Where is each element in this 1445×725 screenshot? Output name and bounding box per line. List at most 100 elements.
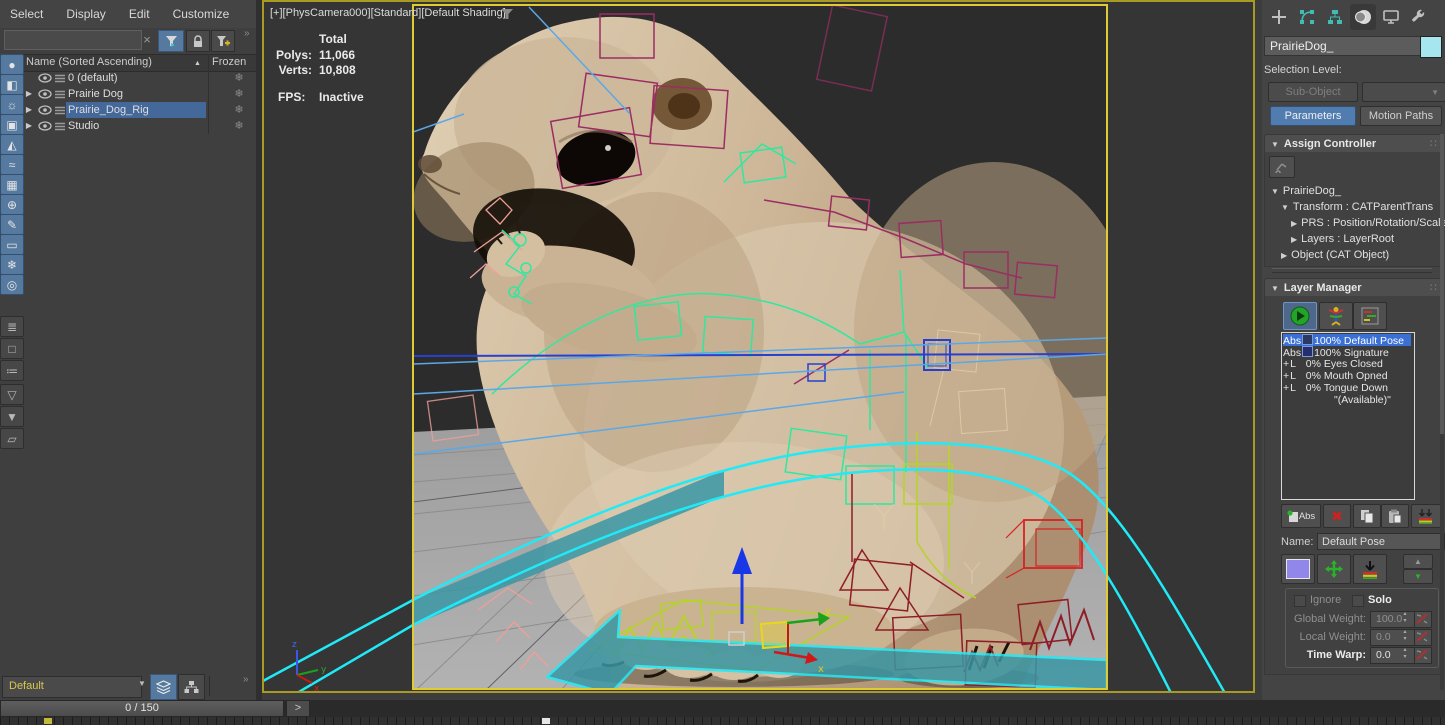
viewport-general-menu[interactable]: [+] [270,7,283,19]
layer-list[interactable]: Abs100% Default Pose Abs100% Signature +… [1281,332,1415,500]
sub-object-dropdown[interactable]: ▼ [1362,82,1445,102]
filter-spacewarps-button[interactable]: ≈ [0,154,24,175]
object-color-swatch[interactable] [1420,36,1442,58]
assign-controller-button[interactable] [1269,156,1295,178]
expand-arrow-icon[interactable]: ▶ [24,102,34,118]
filter-cameras-button[interactable]: ▣ [0,114,24,135]
filter-frozen-button[interactable]: ❄ [0,254,24,275]
filter-hidden-button[interactable]: ◎ [0,274,24,295]
table-row-selected[interactable]: ▶ Prairie_Dog_Rig ❄ [22,102,256,118]
filter-shapes-button[interactable]: ◧ [0,74,24,95]
layer-ranges-button[interactable] [1353,302,1387,330]
layer-row[interactable]: +L0% Eyes Closed [1283,358,1411,370]
tab-modify[interactable] [1294,4,1320,30]
collapse-layers-button[interactable] [1411,504,1441,528]
display-none-button[interactable]: □ [0,338,24,359]
schematic-mode-button[interactable] [178,674,205,700]
layer-color-chip[interactable] [1302,334,1313,345]
display-details-button[interactable]: ≔ [0,360,24,381]
layer-up-button[interactable]: ▲ [1403,554,1433,569]
layer-row[interactable]: +L0% Mouth Opned [1283,370,1411,382]
preset-dropdown-arrow-icon[interactable]: ▼ [138,679,146,688]
insert-layer-button[interactable] [1353,554,1387,584]
paste-layer-button[interactable] [1381,504,1409,528]
menu-customize[interactable]: Customize [163,0,240,27]
rollout-grip-icon[interactable]: ∷ [1430,135,1437,153]
spinner-arrows[interactable]: ▴▾ [1400,647,1410,662]
layer-manager-rollout-header[interactable]: ▼Layer Manager ∷ [1264,278,1443,298]
filter-advanced-button[interactable]: ▼ [0,406,24,427]
table-row[interactable]: ▶ Prairie Dog ❄ [22,86,256,102]
filter-funnel-button[interactable] [158,30,184,52]
layer-color-swatch[interactable] [1281,554,1315,584]
keyframe-marker[interactable] [542,718,550,724]
filter-lights-button[interactable]: ☼ [0,94,24,115]
keyframe-marker[interactable] [44,718,52,724]
solo-checkbox[interactable] [1352,595,1364,607]
time-warp-key-button[interactable] [1414,647,1432,664]
layer-row[interactable]: Abs100% Signature [1283,346,1411,358]
frozen-icon[interactable]: ❄ [222,70,256,86]
tab-utilities[interactable] [1406,4,1432,30]
spinner-arrows[interactable]: ▴▾ [1400,611,1410,626]
frozen-icon[interactable]: ❄ [222,118,256,134]
frozen-icon[interactable]: ❄ [222,86,256,102]
controller-tree-item[interactable]: ▶Layers : LayerRoot [1291,232,1394,247]
bottom-overflow-chevrons[interactable]: » [243,674,249,685]
table-row[interactable]: 0 (default) ❄ [22,70,256,86]
layer-color-chip[interactable] [1302,346,1313,357]
eye-icon[interactable] [38,105,52,115]
viewport[interactable]: y x z y x [+][PhysCamera000][Standard][D… [262,0,1255,693]
rollout-grip-icon[interactable]: ∷ [1430,279,1437,297]
object-name-field[interactable] [1264,36,1422,56]
tab-display[interactable] [1378,4,1404,30]
expand-arrow-icon[interactable]: ▶ [24,86,34,102]
display-list-button[interactable]: ≣ [0,316,24,337]
local-weight-key-button[interactable] [1414,629,1432,646]
filter-containers-button[interactable]: ▭ [0,234,24,255]
add-layer-abs-button[interactable]: Abs [1281,504,1321,528]
filter-xrefs-button[interactable]: ⊕ [0,194,24,215]
copy-layer-button[interactable] [1353,504,1381,528]
move-layer-button[interactable] [1317,554,1351,584]
menu-edit[interactable]: Edit [119,0,160,27]
filter-groups-button[interactable]: ▦ [0,174,24,195]
filter-bones-button[interactable]: ✎ [0,214,24,235]
panel-scrollbar[interactable] [1440,134,1444,690]
column-name[interactable]: Name (Sorted Ascending) [26,55,152,70]
layer-row[interactable]: "(Available)" [1334,394,1445,406]
next-frame-button[interactable]: > [286,700,310,717]
motion-paths-button[interactable]: Motion Paths [1360,106,1442,126]
layer-down-button[interactable]: ▼ [1403,569,1433,584]
controller-tree-item[interactable]: ▶PRS : Position/Rotation/Scale [1291,216,1445,231]
track-bar[interactable] [0,717,1445,725]
filter-basket-button[interactable]: ▱ [0,428,24,449]
column-frozen[interactable]: Frozen [212,55,246,70]
delete-layer-button[interactable]: ✖ [1323,504,1351,528]
filter-simple-button[interactable]: ▽ [0,384,24,405]
tab-hierarchy[interactable] [1322,4,1348,30]
table-row[interactable]: ▶ Studio ❄ [22,118,256,134]
parameters-button[interactable]: Parameters [1270,106,1356,126]
frozen-icon[interactable]: ❄ [222,102,256,118]
controller-tree-item[interactable]: ▶Object (CAT Object) [1281,248,1389,263]
viewport-filter-icon[interactable] [500,8,514,20]
viewport-standard-menu[interactable]: [Standard] [371,7,422,19]
filter-helpers-button[interactable]: ◭ [0,134,24,155]
expand-arrow-icon[interactable]: ▶ [24,118,34,134]
layer-explorer-mode-button[interactable] [150,674,177,700]
controller-tree-item[interactable]: ▼PrairieDog_ [1271,184,1341,199]
viewport-pov-menu[interactable]: [PhysCamera000] [283,7,371,19]
eye-icon[interactable] [38,121,52,131]
viewport-shading-menu[interactable]: [Default Shading] [421,7,505,19]
tab-create[interactable] [1266,4,1292,30]
menu-select[interactable]: Select [0,0,53,27]
scrollbar-thumb[interactable] [1440,134,1444,434]
menu-display[interactable]: Display [56,0,115,27]
explorer-overflow-chevrons[interactable]: » [244,28,250,39]
lock-selection-button[interactable] [186,30,210,52]
eye-icon[interactable] [38,89,52,99]
preset-dropdown[interactable]: Default [2,676,142,698]
add-filter-button[interactable] [211,30,235,52]
ignore-checkbox[interactable] [1294,595,1306,607]
